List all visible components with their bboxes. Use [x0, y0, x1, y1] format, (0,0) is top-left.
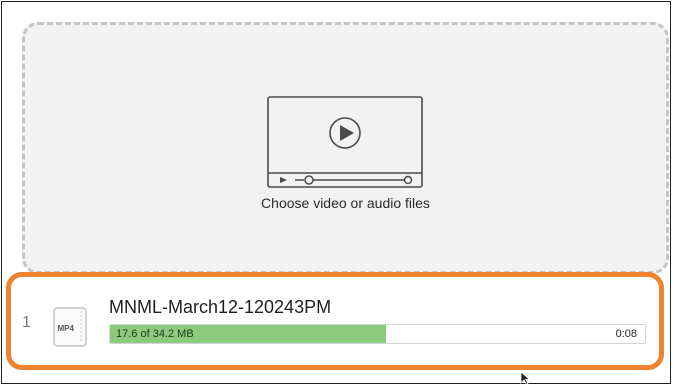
- video-player-icon: [267, 96, 423, 188]
- file-type-label: MP4: [58, 324, 75, 333]
- upload-time-remaining: 0:08: [615, 328, 637, 340]
- upload-progress-text: 17.6 of 34.2 MB: [116, 328, 194, 340]
- upload-index: 1: [22, 314, 31, 331]
- mp4-file-icon: MP4: [53, 307, 87, 347]
- file-name: MNML-March12-120243PM: [109, 297, 332, 317]
- upload-progress-bar: 17.6 of 34.2 MB 0:08: [109, 324, 646, 344]
- file-dropzone[interactable]: Choose video or audio files: [22, 22, 669, 274]
- upload-item: 1 MP4 MNML-March12-120243PM 17.6 of 34.2…: [6, 272, 664, 370]
- dropzone-label: Choose video or audio files: [261, 195, 430, 211]
- mouse-cursor-icon: [520, 371, 531, 385]
